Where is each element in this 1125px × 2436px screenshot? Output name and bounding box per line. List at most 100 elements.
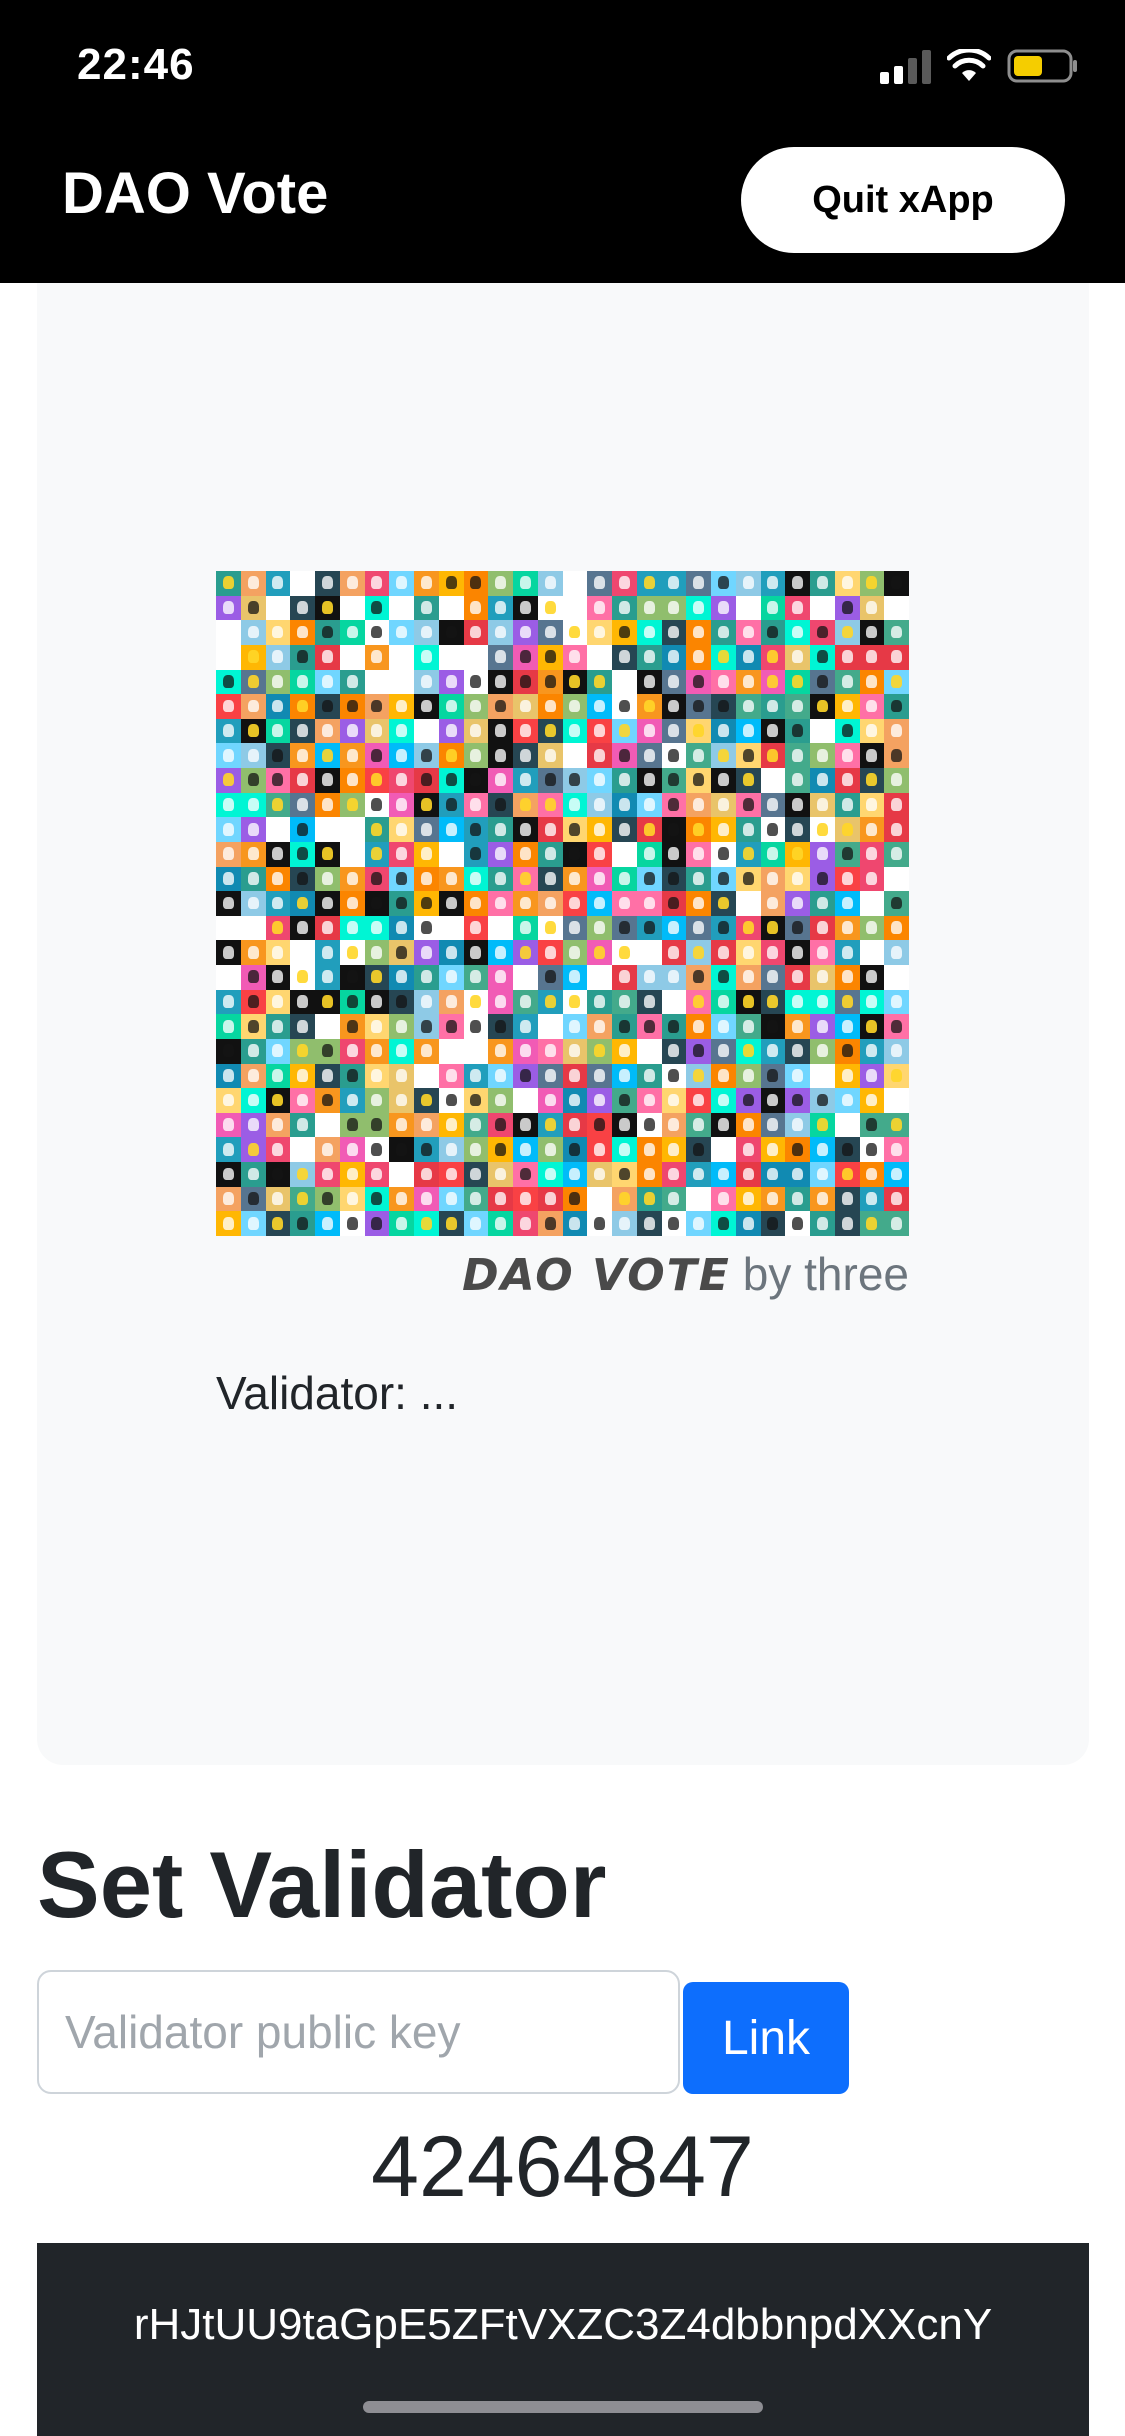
mosaic-tile: [364, 866, 390, 892]
mosaic-tile: [760, 940, 786, 966]
mosaic-tile: [859, 620, 885, 645]
mosaic-tile: [537, 669, 563, 695]
mosaic-tile: [735, 718, 761, 744]
mosaic-tile: [834, 768, 860, 793]
mosaic-tile: [562, 965, 588, 990]
mosaic-tile: [513, 866, 538, 892]
mosaic-tile: [488, 989, 513, 1015]
mosaic-tile: [884, 792, 909, 818]
mosaic-tile: [315, 1014, 340, 1039]
mosaic-tile: [884, 841, 909, 867]
mosaic-tile: [389, 866, 414, 892]
mosaic-tile: [315, 743, 340, 769]
mosaic-tile: [537, 644, 563, 670]
mosaic-tile: [488, 1038, 513, 1064]
mosaic-tile: [859, 768, 885, 793]
mosaic-tile: [315, 694, 340, 719]
mosaic-tile: [587, 866, 612, 892]
mosaic-tile: [834, 620, 860, 645]
mosaic-tile: [735, 965, 761, 990]
mosaic-tile: [686, 1186, 711, 1212]
mosaic-tile: [265, 989, 291, 1015]
mosaic-tile: [315, 1186, 340, 1212]
mosaic-tile: [364, 743, 390, 769]
mosaic-tile: [488, 1186, 513, 1212]
mosaic-tile: [438, 891, 464, 916]
mosaic-tile: [463, 669, 489, 695]
mosaic-tile: [537, 1186, 563, 1212]
mosaic-tile: [810, 644, 835, 670]
mosaic-tile: [463, 915, 489, 941]
mosaic-tile: [216, 1112, 241, 1138]
mosaic-tile: [711, 1186, 736, 1212]
mosaic-tile: [636, 1186, 662, 1212]
mosaic-tile: [735, 1137, 761, 1163]
mosaic-tile: [711, 669, 736, 695]
mosaic-tile: [612, 940, 637, 966]
mosaic-tile: [315, 965, 340, 990]
mosaic-tile: [859, 1112, 885, 1138]
mosaic-tile: [661, 1211, 687, 1236]
mosaic-tile: [711, 989, 736, 1015]
mosaic-tile: [587, 1063, 612, 1089]
mosaic-tile: [438, 989, 464, 1015]
mosaic-tile: [785, 915, 810, 941]
mosaic-tile: [785, 768, 810, 793]
quit-xapp-button[interactable]: Quit xApp: [741, 147, 1065, 253]
mosaic-tile: [513, 965, 538, 990]
mosaic-tile: [240, 768, 266, 793]
mosaic-tile: [562, 743, 588, 769]
mosaic-tile: [859, 669, 885, 695]
mosaic-tile: [364, 891, 390, 916]
mosaic-tile: [785, 817, 810, 842]
mosaic-tile: [834, 1038, 860, 1064]
mosaic-tile: [686, 595, 711, 621]
mosaic-tile: [859, 1088, 885, 1113]
mosaic-tile: [636, 595, 662, 621]
mosaic-tile: [587, 940, 612, 966]
mosaic-tile: [265, 841, 291, 867]
mosaic-tile: [810, 595, 835, 621]
mosaic-tile: [537, 1014, 563, 1039]
mosaic-tile: [216, 915, 241, 941]
mosaic-tile: [389, 1063, 414, 1089]
mosaic-tile: [463, 1014, 489, 1039]
mosaic-tile: [364, 718, 390, 744]
mosaic-tile: [686, 940, 711, 966]
mosaic-tile: [612, 620, 637, 645]
mosaic-tile: [537, 940, 563, 966]
mosaic-tile: [884, 866, 909, 892]
mosaic-tile: [240, 841, 266, 867]
mosaic-tile: [339, 965, 365, 990]
mosaic-tile: [612, 1186, 637, 1212]
mosaic-tile: [463, 718, 489, 744]
mosaic-tile: [834, 1088, 860, 1113]
mosaic-tile: [612, 1137, 637, 1163]
mosaic-tile: [612, 891, 637, 916]
mosaic-tile: [834, 792, 860, 818]
mosaic-tile: [216, 866, 241, 892]
mosaic-tile: [438, 1088, 464, 1113]
mosaic-tile: [661, 1137, 687, 1163]
mosaic-tile: [834, 866, 860, 892]
mosaic-tile: [414, 915, 439, 941]
mosaic-tile: [785, 694, 810, 719]
mosaic-tile: [537, 1112, 563, 1138]
link-button[interactable]: Link: [683, 1982, 849, 2094]
mosaic-tile: [537, 1211, 563, 1236]
mosaic-tile: [216, 1137, 241, 1163]
mosaic-tile: [438, 718, 464, 744]
mosaic-tile: [587, 571, 612, 596]
home-indicator[interactable]: [363, 2401, 763, 2413]
dao-mosaic-image: [216, 571, 909, 1236]
mosaic-tile: [265, 1112, 291, 1138]
validator-public-key-input[interactable]: [37, 1970, 680, 2094]
mosaic-tile: [389, 571, 414, 596]
mosaic-tile: [612, 669, 637, 695]
mosaic-tile: [884, 644, 909, 670]
mosaic-tile: [760, 1137, 786, 1163]
mosaic-tile: [315, 866, 340, 892]
mosaic-tile: [711, 1211, 736, 1236]
mosaic-tile: [414, 1137, 439, 1163]
mosaic-tile: [612, 1211, 637, 1236]
